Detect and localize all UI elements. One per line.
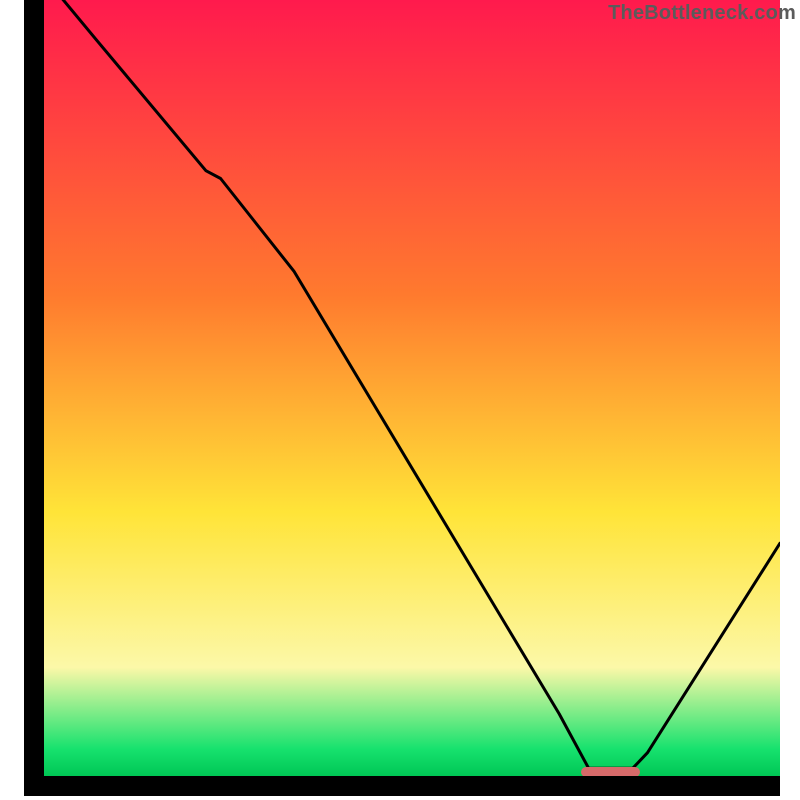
y-axis: [24, 0, 44, 776]
plot-svg: [44, 0, 780, 776]
optimum-marker: [581, 767, 640, 776]
chart-stage: TheBottleneck.com: [0, 0, 800, 800]
gradient-background: [44, 0, 780, 776]
watermark-text: TheBottleneck.com: [608, 2, 796, 25]
plot-area: [44, 0, 780, 776]
x-axis: [24, 776, 780, 796]
